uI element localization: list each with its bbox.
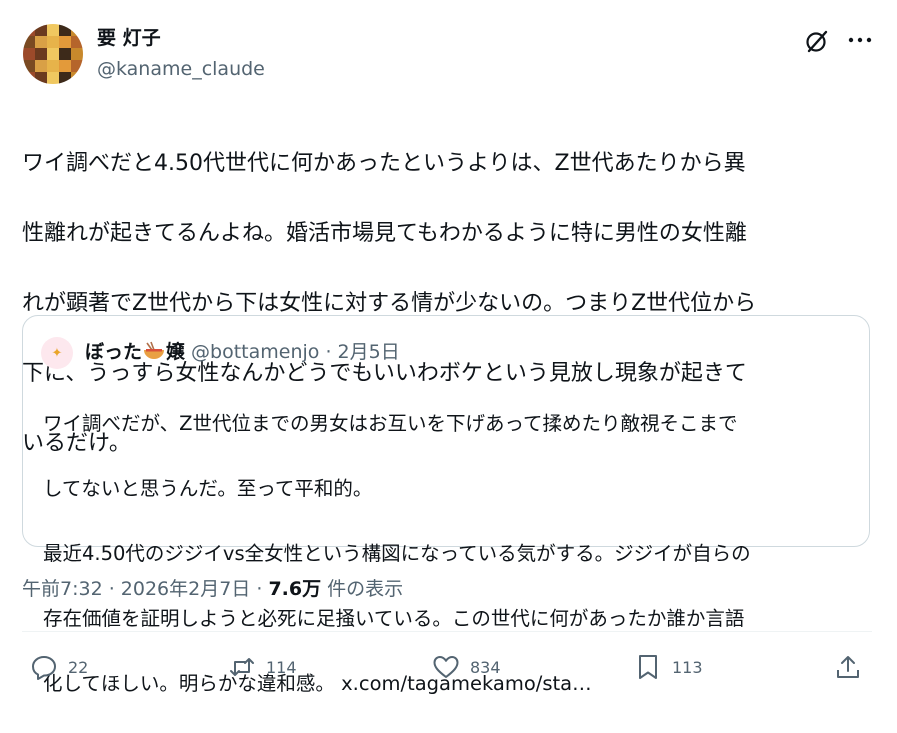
avatar-tile	[71, 24, 83, 36]
avatar-tile	[59, 60, 71, 72]
bookmark-icon	[639, 655, 657, 679]
avatar-tile	[35, 48, 47, 60]
tweet-text-line: 性離れが起きてるんよね。婚活市場見てもわかるように特に男性の女性離	[22, 221, 747, 246]
reply-button[interactable]: 22	[30, 652, 88, 682]
divider	[22, 631, 872, 632]
avatar-tile	[23, 36, 35, 48]
quote-text-line: ワイ調べだが、Z世代位までの男女はお互いを下げあって揉めたり敵視そこまで	[43, 411, 738, 435]
repost-button[interactable]: 114	[228, 652, 297, 682]
quote-avatar[interactable]: ✦	[41, 337, 73, 369]
views-label: 件の表示	[321, 578, 404, 600]
avatar-tile	[23, 60, 35, 72]
quote-date[interactable]: · 2月5日	[325, 341, 399, 363]
repost-icon	[230, 658, 254, 676]
avatar-tile	[35, 24, 47, 36]
tweet-timestamp[interactable]: 午前7:32 · 2026年2月7日 ·	[22, 578, 268, 600]
repost-count: 114	[266, 657, 297, 677]
quote-text-line: してないと思うんだ。至って平和的。	[43, 476, 373, 500]
avatar-tile	[47, 60, 59, 72]
avatar-tile	[47, 48, 59, 60]
views-count: 7.6万	[268, 578, 322, 600]
tweet-meta: 午前7:32 · 2026年2月7日 · 7.6万 件の表示	[22, 575, 403, 603]
quote-header: ぼった 嬢 @bottamenjo · 2月5日	[85, 339, 400, 365]
like-icon	[433, 656, 459, 678]
share-button[interactable]	[834, 652, 862, 682]
avatar-tile	[35, 72, 47, 84]
like-button[interactable]: 834	[432, 652, 501, 682]
avatar-tile	[59, 36, 71, 48]
avatar-tile	[23, 24, 35, 36]
avatar-tile	[47, 72, 59, 84]
avatar-tile	[47, 24, 59, 36]
avatar-tile	[35, 60, 47, 72]
more-icon[interactable]	[846, 26, 874, 54]
tweet-text-line: ワイ調べだと4.50代世代に何かあったというよりは、Z世代あたりから異	[22, 151, 746, 176]
quoted-tweet-card[interactable]: ✦ ぼった 嬢 @bottamenjo · 2月5日 ワイ調べだが、Z世代位までの男…	[22, 315, 870, 695]
author-handle[interactable]: @kaname_claude	[97, 57, 265, 81]
grok-icon[interactable]	[803, 27, 831, 55]
avatar-tile	[71, 36, 83, 48]
reply-count: 22	[68, 657, 89, 677]
quote-name-suffix: 嬢	[166, 341, 186, 363]
avatar-tile	[59, 48, 71, 60]
avatar-tile	[71, 48, 83, 60]
quote-text-line: 最近4.50代のジジイvs全女性という構図になっている気がする。ジジイが自らの	[43, 541, 751, 565]
quote-display-name[interactable]: ぼった 嬢	[85, 341, 185, 363]
avatar-tile	[59, 24, 71, 36]
author-display-name[interactable]: 要 灯子	[97, 26, 161, 50]
quote-handle[interactable]: @bottamenjo	[191, 341, 319, 363]
avatar[interactable]	[23, 24, 83, 84]
avatar-tile	[23, 48, 35, 60]
avatar-tile	[59, 72, 71, 84]
quote-name-prefix: ぼった	[85, 341, 143, 363]
like-count: 834	[470, 657, 501, 677]
avatar-tile	[23, 72, 35, 84]
avatar-tile	[47, 36, 59, 48]
share-icon	[837, 656, 859, 678]
reply-icon	[32, 656, 56, 680]
avatar-tile	[71, 72, 83, 84]
avatar-tile	[35, 36, 47, 48]
bookmark-button[interactable]: 113	[634, 652, 703, 682]
bookmark-count: 113	[672, 657, 703, 677]
ramen-bowl-icon	[144, 341, 165, 359]
avatar-tile	[71, 60, 83, 72]
